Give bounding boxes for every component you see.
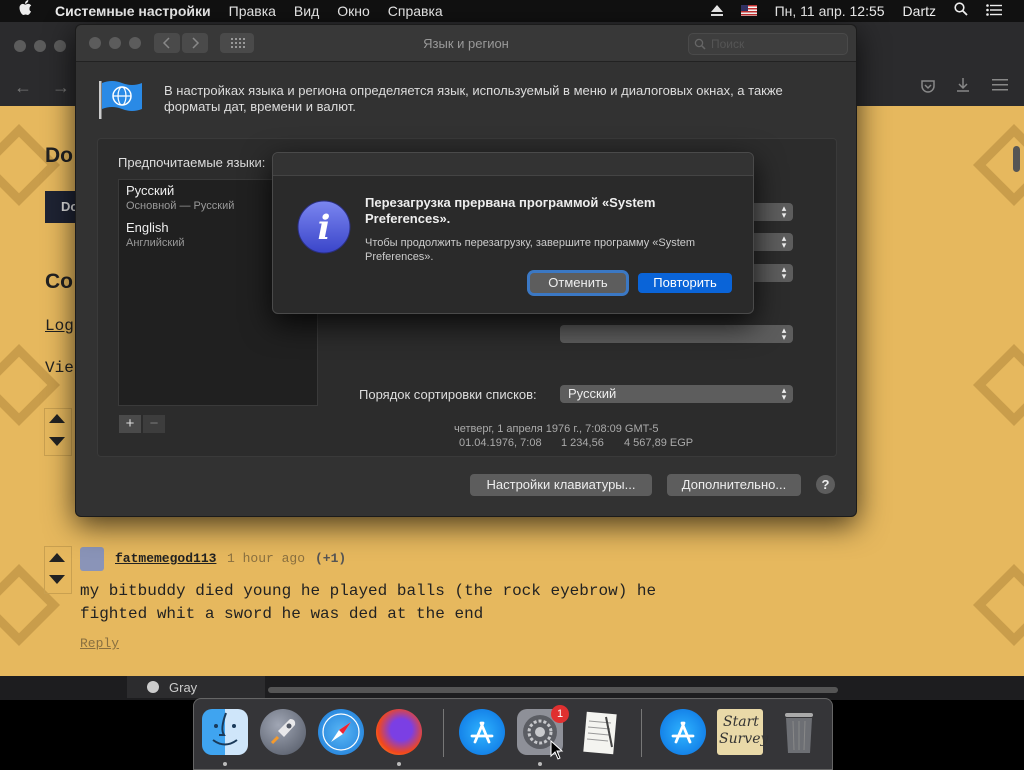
alert-titlebar bbox=[273, 153, 753, 176]
survey-label: Start Survey bbox=[719, 714, 769, 747]
sample-number: 1 234,56 bbox=[561, 437, 604, 449]
upvote-icon[interactable] bbox=[49, 414, 65, 423]
popup-arrow-icon: ▴ ▾ bbox=[781, 325, 787, 342]
comment-username[interactable]: fatmemegod113 bbox=[115, 551, 216, 566]
eject-icon[interactable] bbox=[702, 0, 732, 22]
spotlight-icon[interactable] bbox=[945, 0, 977, 22]
avatar[interactable] bbox=[80, 547, 104, 571]
comment-score: (+1) bbox=[315, 551, 347, 566]
bottom-panel: Gray bbox=[0, 676, 1024, 700]
app-store-icon-2[interactable] bbox=[660, 709, 706, 755]
us-flag-icon[interactable] bbox=[732, 0, 766, 22]
comment-text-line2: fighted whit a sword he was ded at the e… bbox=[80, 605, 484, 623]
retry-button[interactable]: Повторить bbox=[638, 273, 732, 293]
browser-minimize-button[interactable] bbox=[34, 40, 46, 52]
comment-time: 1 hour ago bbox=[227, 551, 306, 566]
pocket-icon[interactable] bbox=[920, 78, 936, 99]
language-sub: Основной — Русский bbox=[126, 200, 235, 212]
mouse-cursor-icon bbox=[550, 739, 564, 765]
menu-help[interactable]: Справка bbox=[379, 0, 452, 22]
gray-option[interactable]: Gray bbox=[127, 676, 265, 698]
browser-zoom-button[interactable] bbox=[54, 40, 66, 52]
clock[interactable]: Пн, 11 апр. 12:55 bbox=[766, 0, 894, 22]
sort-order-popup[interactable]: Русский ▴ ▾ bbox=[560, 385, 793, 403]
firefox-icon[interactable] bbox=[376, 709, 422, 755]
app-menu[interactable]: Системные настройки bbox=[46, 0, 220, 22]
temperature-popup[interactable]: ▴ ▾ bbox=[560, 325, 793, 343]
reply-link[interactable]: Reply bbox=[80, 636, 119, 651]
section-heading: Co bbox=[45, 270, 73, 293]
browser-menu-icon[interactable] bbox=[992, 78, 1008, 97]
user-menu[interactable]: Dartz bbox=[894, 0, 945, 22]
safari-icon[interactable] bbox=[318, 709, 364, 755]
dock-separator bbox=[641, 709, 642, 757]
sample-format-line1: четверг, 1 апреля 1976 г., 7:08:09 GMT-5 bbox=[454, 423, 659, 435]
search-placeholder: Поиск bbox=[711, 37, 745, 51]
browser-back-icon[interactable]: ← bbox=[14, 77, 32, 98]
keyboard-preferences-button[interactable]: Настройки клавиатуры... bbox=[470, 474, 652, 496]
advanced-button[interactable]: Дополнительно... bbox=[667, 474, 801, 496]
download-icon[interactable] bbox=[955, 77, 971, 98]
gray-label: Gray bbox=[169, 680, 198, 695]
comment-upvote-icon[interactable] bbox=[49, 553, 65, 562]
description-text: В настройках языка и региона определяетс… bbox=[164, 83, 783, 114]
search-field[interactable]: Поиск bbox=[688, 33, 848, 55]
finder-running-indicator bbox=[223, 762, 227, 766]
notification-badge: 1 bbox=[551, 705, 569, 723]
restart-interrupted-alert: i Перезагрузка прервана программой «Syst… bbox=[272, 152, 754, 314]
sample-date: 01.04.1976, 7:08 bbox=[459, 437, 542, 449]
info-icon: i bbox=[297, 200, 351, 259]
browser-close-button[interactable] bbox=[14, 40, 26, 52]
app-store-icon[interactable] bbox=[459, 709, 505, 755]
browser-forward-icon[interactable]: → bbox=[52, 77, 70, 98]
menu-bar: Системные настройки Правка Вид Окно Спра… bbox=[0, 0, 1024, 22]
language-sub: Английский bbox=[126, 237, 185, 249]
launchpad-icon[interactable] bbox=[260, 709, 306, 755]
view-text: Vie bbox=[45, 359, 74, 377]
window-titlebar: Язык и регион Поиск bbox=[76, 25, 856, 62]
menu-window[interactable]: Окно bbox=[328, 0, 379, 22]
alert-title: Перезагрузка прервана программой «System… bbox=[365, 195, 656, 226]
menu-edit[interactable]: Правка bbox=[220, 0, 285, 22]
system-preferences-running-indicator bbox=[538, 762, 542, 766]
downvote-icon[interactable] bbox=[49, 437, 65, 446]
menu-view[interactable]: Вид bbox=[285, 0, 328, 22]
sort-order-label: Порядок сортировки списков: bbox=[359, 387, 537, 402]
svg-text:i: i bbox=[318, 208, 331, 248]
comment-downvote-icon[interactable] bbox=[49, 575, 65, 584]
page-heading: Do bbox=[45, 144, 73, 167]
login-link[interactable]: Log bbox=[45, 317, 74, 335]
page-scrollbar-thumb[interactable] bbox=[1013, 146, 1020, 172]
firefox-running-indicator bbox=[397, 762, 401, 766]
radio-icon bbox=[147, 681, 159, 693]
cancel-button[interactable]: Отменить bbox=[530, 273, 626, 293]
dock-separator bbox=[443, 709, 444, 757]
popup-arrow-icon: ▴ ▾ bbox=[781, 233, 787, 250]
sample-currency: 4 567,89 EGP bbox=[624, 437, 694, 449]
alert-message: Чтобы продолжить перезагрузку, завершите… bbox=[365, 237, 696, 263]
notification-center-icon[interactable] bbox=[977, 0, 1024, 22]
remove-language-button[interactable]: − bbox=[143, 415, 165, 433]
finder-icon[interactable] bbox=[202, 709, 248, 755]
preferred-languages-label: Предпочитаемые языки: bbox=[118, 155, 266, 170]
language-name: Русский bbox=[126, 183, 175, 198]
popup-arrow-icon: ▴ ▾ bbox=[781, 203, 787, 220]
language-name: English bbox=[126, 220, 169, 235]
textedit-icon[interactable] bbox=[576, 709, 622, 755]
dock: 1 Start Survey bbox=[193, 698, 833, 770]
comment-text-line1: my bitbuddy died young he played balls (… bbox=[80, 582, 657, 600]
trash-icon[interactable] bbox=[776, 709, 822, 755]
apple-menu-icon[interactable] bbox=[0, 0, 46, 22]
start-survey-icon[interactable]: Start Survey bbox=[717, 709, 769, 755]
sort-order-value: Русский bbox=[568, 386, 617, 401]
popup-arrow-icon: ▴ ▾ bbox=[781, 385, 787, 402]
search-icon bbox=[694, 37, 706, 55]
help-button[interactable]: ? bbox=[816, 475, 835, 494]
horizontal-scrollbar[interactable] bbox=[268, 687, 838, 693]
language-region-flag-icon bbox=[98, 79, 142, 124]
add-language-button[interactable]: + bbox=[119, 415, 141, 433]
popup-arrow-icon: ▴ ▾ bbox=[781, 264, 787, 281]
